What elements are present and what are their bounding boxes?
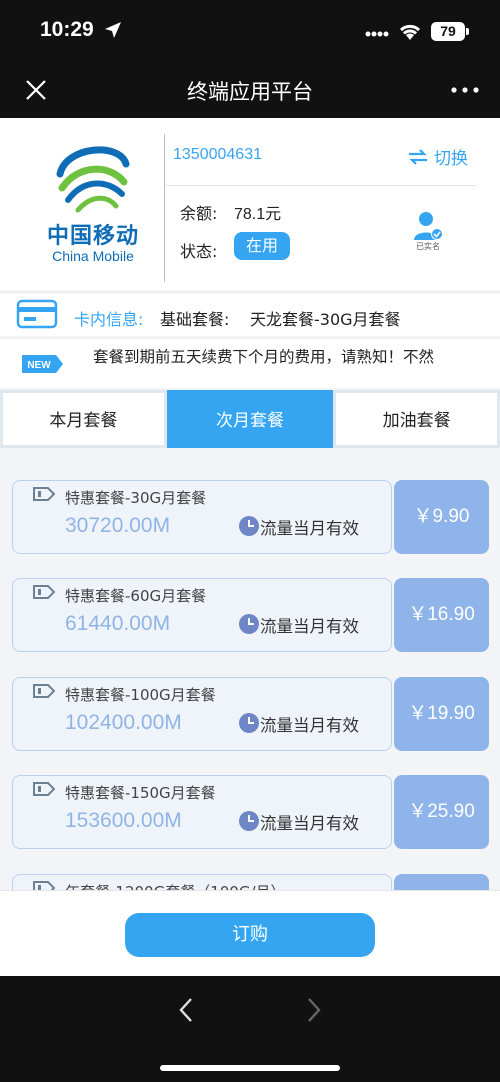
status-badge: 在用 xyxy=(234,232,290,260)
package-item[interactable]: 特惠套餐-100G月套餐 102400.00M 流量当月有效 ￥19.90 xyxy=(12,677,489,751)
status-label: 状态: xyxy=(180,242,218,261)
package-body: 特惠套餐-100G月套餐 102400.00M 流量当月有效 xyxy=(12,677,392,751)
base-package-value: 天龙套餐-30G月套餐 xyxy=(250,310,401,329)
more-options-icon[interactable] xyxy=(450,86,480,94)
package-body: 特惠套餐-30G月套餐 30720.00M 流量当月有效 xyxy=(12,480,392,554)
package-size: 153600.00M xyxy=(65,809,182,832)
package-item[interactable]: 特惠套餐-60G月套餐 61440.00M 流量当月有效 ￥16.90 xyxy=(12,578,489,652)
tag-icon xyxy=(33,782,55,796)
divider xyxy=(166,185,476,186)
package-price[interactable]: ￥25.90 xyxy=(394,775,489,849)
wifi-icon xyxy=(399,24,421,40)
package-validity: 流量当月有效 xyxy=(260,617,359,636)
china-mobile-logo-icon xyxy=(56,146,130,213)
clock-icon xyxy=(239,614,259,634)
status-time: 10:29 xyxy=(40,18,94,41)
divider xyxy=(164,134,165,282)
account-card: 中国移动 China Mobile 1350004631 切换 余额: 78.1… xyxy=(0,118,500,290)
verified-label: 已实名 xyxy=(416,242,440,251)
card-info-label: 卡内信息: xyxy=(74,310,144,329)
china-mobile-logo: 中国移动 China Mobile xyxy=(38,134,148,264)
logo-english-text: China Mobile xyxy=(52,248,134,264)
package-price[interactable]: ￥16.90 xyxy=(394,578,489,652)
package-tabs: 本月套餐 次月套餐 加油套餐 xyxy=(0,390,500,460)
package-validity: 流量当月有效 xyxy=(260,814,359,833)
switch-label: 切换 xyxy=(434,149,468,169)
cellular-signal-icon xyxy=(365,31,389,37)
status-bar: 10:29 79 xyxy=(0,0,500,64)
phone-number: 1350004631 xyxy=(173,146,262,163)
package-price[interactable] xyxy=(394,874,489,890)
package-name: 特惠套餐-30G月套餐 xyxy=(65,489,207,507)
tag-icon xyxy=(33,585,55,599)
package-item[interactable]: 特惠套餐-150G月套餐 153600.00M 流量当月有效 ￥25.90 xyxy=(12,775,489,849)
package-validity: 流量当月有效 xyxy=(260,716,359,735)
tag-icon xyxy=(33,881,55,890)
tab-next-month[interactable]: 次月套餐 xyxy=(166,390,334,460)
package-name: 特惠套餐-60G月套餐 xyxy=(65,587,207,605)
back-arrow-icon[interactable] xyxy=(178,996,194,1024)
order-bar: 订购 xyxy=(0,890,500,976)
card-icon xyxy=(16,299,58,329)
package-size: 102400.00M xyxy=(65,711,182,734)
balance-value: 78.1元 xyxy=(234,206,282,223)
package-item[interactable]: 年套餐-1200G套餐（100G/月） xyxy=(12,874,489,890)
forward-arrow-icon[interactable] xyxy=(306,996,322,1024)
package-body: 特惠套餐-60G月套餐 61440.00M 流量当月有效 xyxy=(12,578,392,652)
card-info-row: 卡内信息: 基础套餐: 天龙套餐-30G月套餐 xyxy=(0,292,500,336)
home-indicator xyxy=(160,1065,340,1071)
package-size: 61440.00M xyxy=(65,612,171,635)
base-package-label: 基础套餐: xyxy=(160,310,230,329)
browser-toolbar xyxy=(0,976,500,1082)
page-title: 终端应用平台 xyxy=(187,80,313,104)
order-button[interactable]: 订购 xyxy=(125,913,375,957)
package-name: 年套餐-1200G套餐（100G/月） xyxy=(65,881,286,890)
verified-badge: 已实名 xyxy=(412,210,444,252)
logo-chinese-text: 中国移动 xyxy=(46,224,139,249)
verified-user-icon xyxy=(414,212,443,240)
package-name: 特惠套餐-100G月套餐 xyxy=(65,686,216,704)
package-body: 特惠套餐-150G月套餐 153600.00M 流量当月有效 xyxy=(12,775,392,849)
switch-account-button[interactable]: 切换 xyxy=(408,144,468,169)
package-validity: 流量当月有效 xyxy=(260,519,359,538)
package-size: 30720.00M xyxy=(65,514,171,537)
package-body: 年套餐-1200G套餐（100G/月） xyxy=(12,874,392,890)
tab-top-up[interactable]: 加油套餐 xyxy=(333,390,500,448)
new-badge-text: NEW xyxy=(27,360,51,371)
notice-banner: NEW 套餐到期前五天续费下个月的费用，请熟知！不然 xyxy=(0,338,500,388)
clock-icon xyxy=(239,811,259,831)
location-arrow-icon xyxy=(105,22,121,38)
package-name: 特惠套餐-150G月套餐 xyxy=(65,784,216,802)
clock-icon xyxy=(239,713,259,733)
new-badge-icon: NEW xyxy=(22,355,63,373)
tag-icon xyxy=(33,487,55,501)
nav-bar: 终端应用平台 xyxy=(0,64,500,118)
package-price[interactable]: ￥19.90 xyxy=(394,677,489,751)
package-list: 特惠套餐-30G月套餐 30720.00M 流量当月有效 ￥9.90 特惠套餐-… xyxy=(0,448,500,890)
package-price[interactable]: ￥9.90 xyxy=(394,480,489,554)
battery-indicator: 79 xyxy=(431,22,469,41)
package-item[interactable]: 特惠套餐-30G月套餐 30720.00M 流量当月有效 ￥9.90 xyxy=(12,480,489,554)
swap-arrows-icon xyxy=(409,148,427,165)
clock-icon xyxy=(239,516,259,536)
tag-icon xyxy=(33,684,55,698)
balance-label: 余额: xyxy=(180,204,218,223)
tab-this-month[interactable]: 本月套餐 xyxy=(0,390,167,448)
notice-text: 套餐到期前五天续费下个月的费用，请熟知！不然 xyxy=(93,348,435,366)
